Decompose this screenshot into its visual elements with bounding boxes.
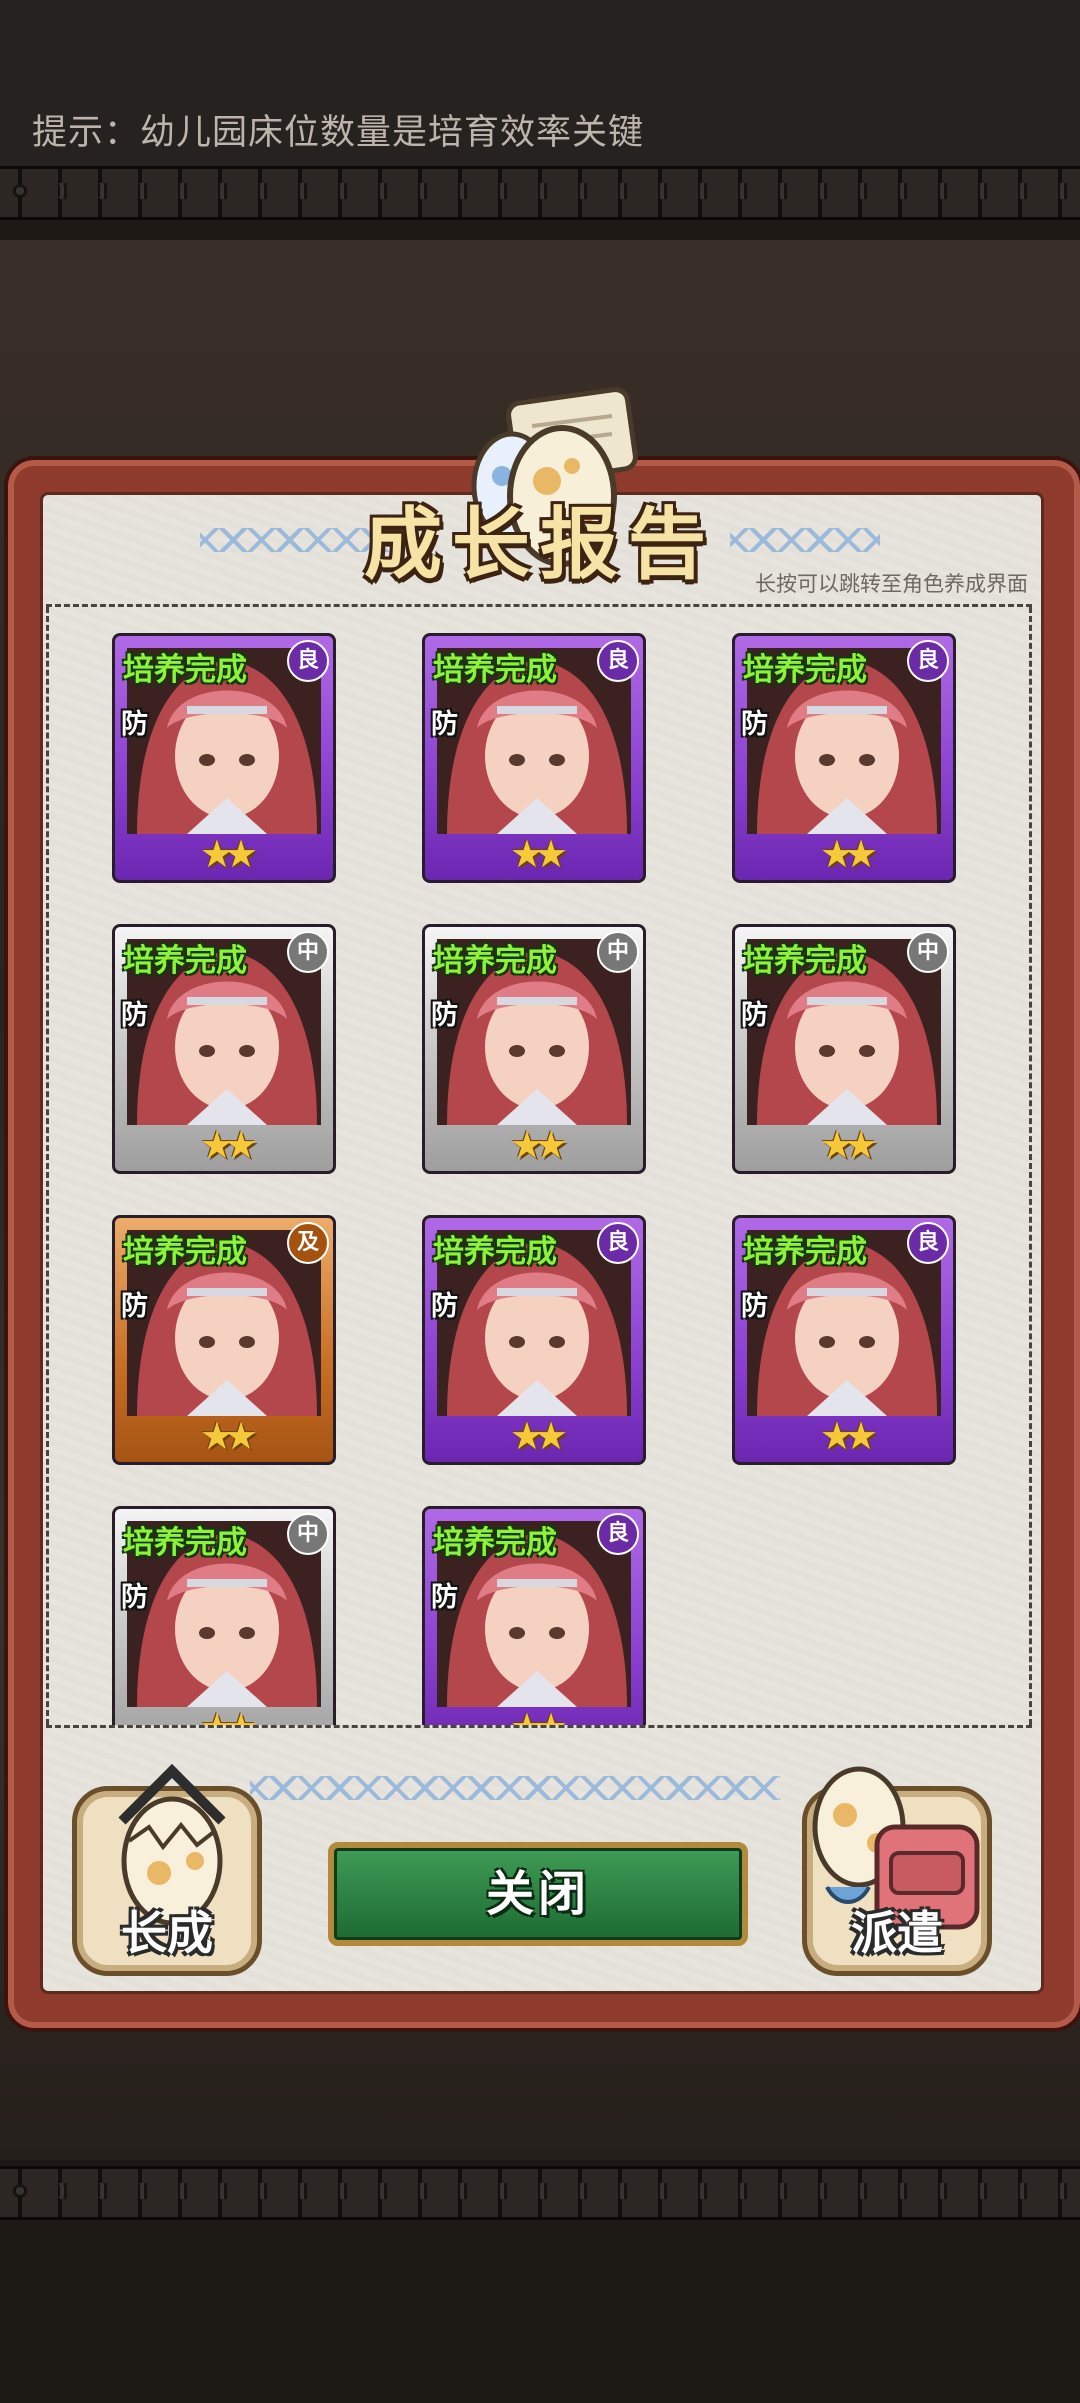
character-card[interactable]: 培养完成 防 良 ★★	[112, 633, 336, 883]
decorative-band-bottom	[0, 2166, 1080, 2220]
grow-button-label: 长成	[121, 1906, 213, 1960]
star-rating: ★★	[819, 832, 878, 876]
grade-badge: 良	[287, 640, 329, 682]
card-role: 防	[121, 1291, 148, 1322]
character-card[interactable]: 培养完成 防 及 ★★	[112, 1215, 336, 1465]
decor-zigzag-bottom	[250, 1776, 780, 1800]
star-rating: ★★	[199, 832, 258, 876]
bottom-bar	[0, 2230, 1080, 2403]
star-rating: ★★	[819, 1123, 878, 1167]
grade-badge: 良	[597, 1513, 639, 1555]
character-card[interactable]: 培养完成 防 中 ★★	[112, 924, 336, 1174]
card-status: 培养完成	[433, 652, 557, 688]
character-card[interactable]: 培养完成 防 中 ★★	[732, 924, 956, 1174]
close-button[interactable]: 关闭	[328, 1842, 748, 1946]
close-button-label: 关闭	[485, 1866, 590, 1922]
decorative-band-top	[0, 166, 1080, 220]
character-card[interactable]: 培养完成 防 中 ★★	[112, 1506, 336, 1728]
card-role: 防	[121, 1582, 148, 1613]
character-card[interactable]: 培养完成 防 中 ★★	[422, 924, 646, 1174]
grade-badge: 良	[597, 640, 639, 682]
card-role: 防	[431, 1000, 458, 1031]
grade-badge: 良	[597, 1222, 639, 1264]
top-bar: 提示：幼儿园床位数量是培育效率关键	[0, 0, 1080, 168]
decor-zigzag-right	[730, 528, 880, 552]
card-role: 防	[431, 1291, 458, 1322]
tip-text: 提示：幼儿园床位数量是培育效率关键	[32, 113, 645, 153]
star-rating: ★★	[509, 832, 568, 876]
result-grid[interactable]: 培养完成 防 良 ★★ 培养完成 防 良 ★★ 培养完成 防 良 ★★ 培养完成…	[46, 604, 1032, 1728]
panel-title-wrap: 成长报告	[340, 490, 740, 600]
grade-badge: 中	[287, 931, 329, 973]
card-role: 防	[431, 709, 458, 740]
card-status: 培养完成	[123, 1234, 247, 1270]
star-rating: ★★	[199, 1123, 258, 1167]
card-status: 培养完成	[123, 1525, 247, 1561]
grade-badge: 中	[907, 931, 949, 973]
card-role: 防	[741, 1291, 768, 1322]
star-rating: ★★	[199, 1705, 258, 1728]
grade-badge: 及	[287, 1222, 329, 1264]
card-role: 防	[121, 709, 148, 740]
card-role: 防	[431, 1582, 458, 1613]
card-status: 培养完成	[433, 1234, 557, 1270]
grow-button[interactable]: 长成	[72, 1763, 262, 1976]
star-rating: ★★	[509, 1414, 568, 1458]
card-role: 防	[121, 1000, 148, 1031]
dispatch-button-label: 派遣	[851, 1906, 943, 1960]
card-role: 防	[741, 709, 768, 740]
character-card[interactable]: 培养完成 防 良 ★★	[732, 1215, 956, 1465]
character-card[interactable]: 培养完成 防 良 ★★	[732, 633, 956, 883]
grade-badge: 中	[597, 931, 639, 973]
card-status: 培养完成	[743, 943, 867, 979]
star-rating: ★★	[509, 1705, 568, 1728]
card-role: 防	[741, 1000, 768, 1031]
grade-badge: 中	[287, 1513, 329, 1555]
panel-title: 成长报告	[363, 500, 716, 590]
star-rating: ★★	[199, 1414, 258, 1458]
character-card[interactable]: 培养完成 防 良 ★★	[422, 1215, 646, 1465]
card-status: 培养完成	[743, 652, 867, 688]
character-card[interactable]: 培养完成 防 良 ★★	[422, 633, 646, 883]
card-status: 培养完成	[123, 943, 247, 979]
grade-badge: 良	[907, 640, 949, 682]
card-status: 培养完成	[743, 1234, 867, 1270]
star-rating: ★★	[819, 1414, 878, 1458]
character-card[interactable]: 培养完成 防 良 ★★	[422, 1506, 646, 1728]
card-status: 培养完成	[433, 1525, 557, 1561]
card-status: 培养完成	[433, 943, 557, 979]
star-rating: ★★	[509, 1123, 568, 1167]
card-status: 培养完成	[123, 652, 247, 688]
dispatch-button[interactable]: 派遣	[802, 1766, 992, 1976]
grade-badge: 良	[907, 1222, 949, 1264]
long-press-hint: 长按可以跳转至角色养成界面	[755, 572, 1028, 596]
